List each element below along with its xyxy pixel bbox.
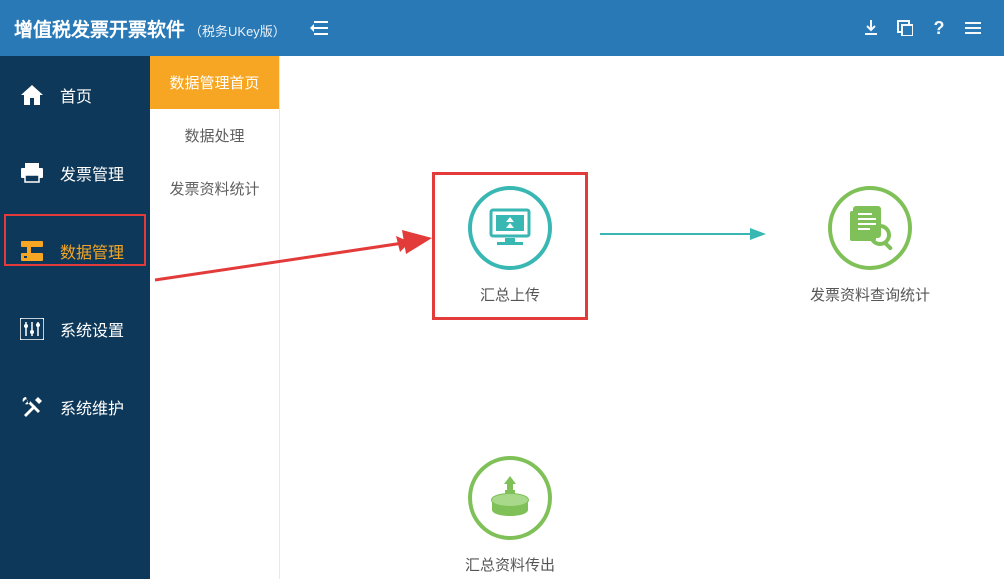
sidebar-item-label: 发票管理 [60,161,124,185]
help-icon[interactable]: ? [922,13,956,43]
card-caption: 发票资料查询统计 [780,284,960,305]
submenu: 数据管理首页 数据处理 发票资料统计 [150,56,280,579]
sidebar-item-home[interactable]: 首页 [0,66,150,124]
sidebar-item-label: 系统设置 [60,317,124,341]
sliders-icon [18,315,46,343]
sidebar-item-settings[interactable]: 系统设置 [0,300,150,358]
app-title: 增值税发票开票软件 （税务UKey版） [14,15,286,42]
sidebar-item-data[interactable]: 数据管理 [0,222,150,280]
sidebar-item-invoice[interactable]: 发票管理 [0,144,150,202]
export-icon [468,456,552,540]
sidebar-item-label: 数据管理 [60,239,124,263]
download-icon[interactable] [854,13,888,43]
sidebar-item-maintenance[interactable]: 系统维护 [0,378,150,436]
window-icon[interactable] [888,13,922,43]
data-icon [18,237,46,265]
card-query[interactable]: 发票资料查询统计 [780,186,960,305]
app-title-sub: （税务UKey版） [189,21,286,40]
app-title-main: 增值税发票开票软件 [14,15,185,42]
search-doc-icon [828,186,912,270]
submenu-item-process[interactable]: 数据处理 [150,109,279,162]
card-export[interactable]: 汇总资料传出 [440,456,580,575]
submenu-item-label: 数据处理 [184,128,244,145]
topbar: 增值税发票开票软件 （税务UKey版） ? [0,0,1004,56]
more-menu-icon[interactable] [956,13,990,43]
submenu-item-stats[interactable]: 发票资料统计 [150,162,279,215]
sidebar-item-label: 系统维护 [60,395,124,419]
tools-icon [18,393,46,421]
card-caption: 汇总资料传出 [440,554,580,575]
submenu-item-home[interactable]: 数据管理首页 [150,56,279,109]
printer-icon [18,159,46,187]
content-area: 汇总上传 发票资料查询统计 [280,56,1004,579]
sidebar: 首页 发票管理 数据管理 [0,56,150,579]
sidebar-item-label: 首页 [60,83,92,107]
flow-arrow-icon [600,224,770,244]
annotation-highlight-card [432,172,588,320]
home-icon [18,81,46,109]
menu-toggle-button[interactable] [304,13,334,43]
submenu-item-label: 发票资料统计 [169,181,259,198]
submenu-item-label: 数据管理首页 [169,75,259,92]
